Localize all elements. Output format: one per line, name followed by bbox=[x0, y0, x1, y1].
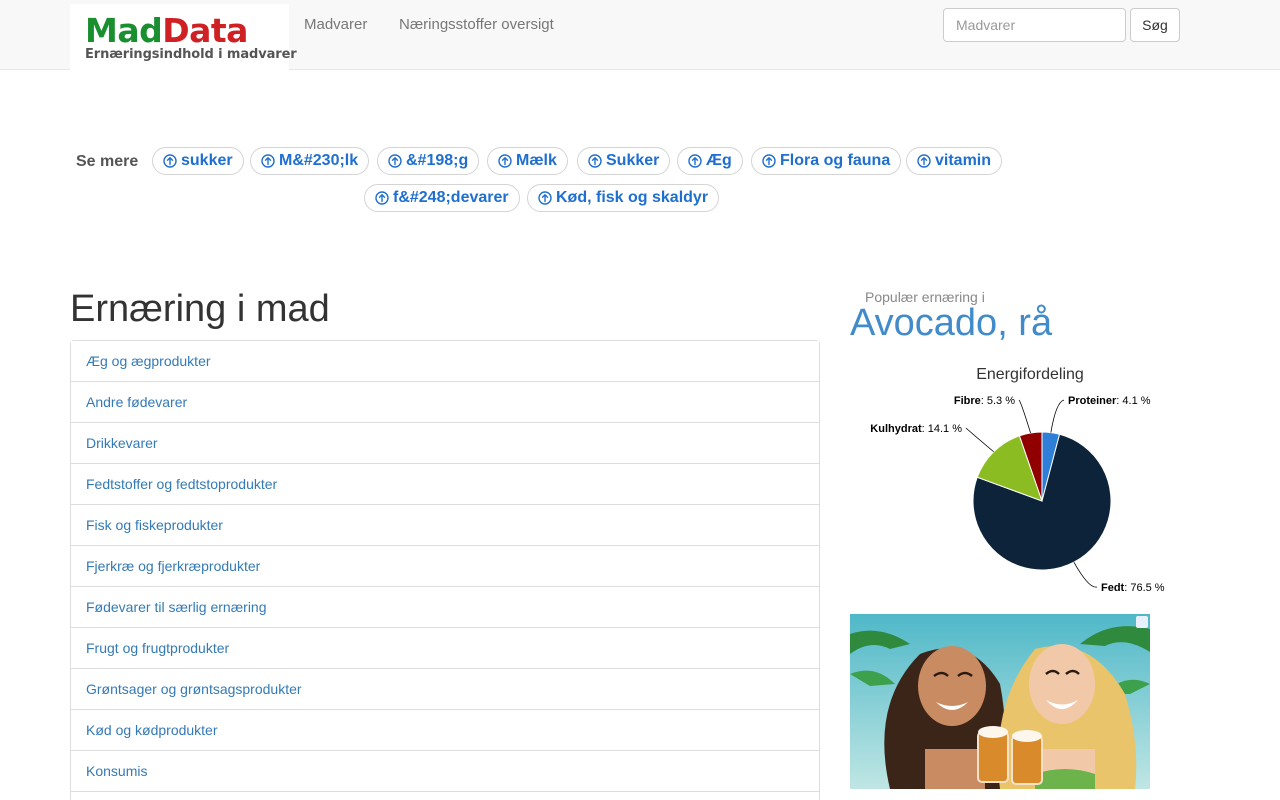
tag-label: M&#230;lk bbox=[279, 152, 359, 169]
tag-label: vitamin bbox=[935, 152, 992, 169]
tag-link[interactable]: Sukker bbox=[577, 147, 671, 175]
list-item[interactable]: Fjerkræ og fjerkræprodukter bbox=[71, 546, 819, 587]
search-input[interactable] bbox=[943, 8, 1126, 42]
logo-subtitle: Ernæringsindhold i madvarer bbox=[85, 47, 297, 62]
logo-mad-text: Mad bbox=[85, 11, 163, 50]
list-item[interactable]: Frugt og frugtprodukter bbox=[71, 628, 819, 669]
tag-link[interactable]: vitamin bbox=[906, 147, 1003, 175]
list-item[interactable]: Æg og ægprodukter bbox=[71, 341, 819, 382]
circle-arrow-up-icon bbox=[588, 154, 602, 168]
tag-link[interactable]: Flora og fauna bbox=[751, 147, 902, 175]
category-list: Æg og ægprodukter Andre fødevarer Drikke… bbox=[70, 340, 820, 800]
see-more-label: Se mere bbox=[76, 153, 139, 170]
tag-label: sukker bbox=[181, 152, 233, 169]
ad-choices-icon[interactable] bbox=[1136, 616, 1148, 628]
tag-label: Kød, fisk og skaldyr bbox=[556, 189, 709, 206]
tag-link[interactable]: sukker bbox=[152, 147, 244, 175]
list-item-partial[interactable] bbox=[71, 792, 819, 800]
navbar: MadData Ernæringsindhold i madvarer Madv… bbox=[0, 0, 1280, 70]
search-button[interactable]: Søg bbox=[1130, 8, 1180, 42]
nav-link-naeringsstoffer[interactable]: Næringsstoffer oversigt bbox=[399, 16, 554, 33]
circle-arrow-up-icon bbox=[261, 154, 275, 168]
circle-arrow-up-icon bbox=[388, 154, 402, 168]
tag-link[interactable]: Æg bbox=[677, 147, 743, 175]
list-item[interactable]: Drikkevarer bbox=[71, 423, 819, 464]
list-item[interactable]: Grøntsager og grøntsagsprodukter bbox=[71, 669, 819, 710]
pie-connector-line bbox=[965, 427, 994, 453]
circle-arrow-up-icon bbox=[498, 154, 512, 168]
list-item[interactable]: Andre fødevarer bbox=[71, 382, 819, 423]
page-title: Ernæring i mad bbox=[70, 288, 330, 330]
tag-link[interactable]: Kød, fisk og skaldyr bbox=[527, 184, 720, 212]
energy-pie-chart: Energifordeling Proteiner: 4.1 % Fedt: 76… bbox=[870, 366, 1165, 594]
pie-data-label: Fibre: 5.3 % bbox=[954, 395, 1015, 407]
circle-arrow-up-icon bbox=[762, 154, 776, 168]
tag-label: Æg bbox=[706, 152, 732, 169]
tag-link[interactable]: f&#248;devarer bbox=[364, 184, 520, 212]
popular-food-link[interactable]: Avocado, rå bbox=[850, 302, 1052, 345]
list-item[interactable]: Kød og kødprodukter bbox=[71, 710, 819, 751]
pie-connector-line bbox=[1018, 399, 1031, 434]
logo-data-text: Data bbox=[162, 11, 248, 50]
pie-data-label: Kulhydrat: 14.1 % bbox=[870, 423, 962, 435]
site-logo[interactable]: MadData Ernæringsindhold i madvarer bbox=[70, 4, 297, 70]
logo-title: MadData bbox=[85, 12, 248, 50]
tag-link[interactable]: M&#230;lk bbox=[250, 147, 370, 175]
circle-arrow-up-icon bbox=[375, 191, 389, 205]
nav-link-madvarer[interactable]: Madvarer bbox=[304, 16, 367, 33]
circle-arrow-up-icon bbox=[688, 154, 702, 168]
tag-label: Sukker bbox=[606, 152, 660, 169]
chart-title: Energifordeling bbox=[976, 366, 1084, 383]
list-item[interactable]: Fødevarer til særlig ernæring bbox=[71, 587, 819, 628]
advertisement-image[interactable] bbox=[850, 614, 1150, 789]
pie-data-label: Proteiner: 4.1 % bbox=[1068, 395, 1151, 407]
pie-data-label: Fedt: 76.5 % bbox=[1101, 582, 1165, 594]
tag-link[interactable]: Mælk bbox=[487, 147, 568, 175]
pie-connector-line bbox=[1050, 399, 1065, 433]
list-item[interactable]: Fisk og fiskeprodukter bbox=[71, 505, 819, 546]
list-item[interactable]: Konsumis bbox=[71, 751, 819, 792]
tag-label: f&#248;devarer bbox=[393, 189, 509, 206]
tag-link[interactable]: &#198;g bbox=[377, 147, 480, 175]
tag-label: Mælk bbox=[516, 152, 557, 169]
pie-connector-line bbox=[1073, 561, 1098, 588]
ad-illustration bbox=[850, 614, 1150, 789]
circle-arrow-up-icon bbox=[917, 154, 931, 168]
circle-arrow-up-icon bbox=[538, 191, 552, 205]
list-item[interactable]: Fedtstoffer og fedtstoprodukter bbox=[71, 464, 819, 505]
circle-arrow-up-icon bbox=[163, 154, 177, 168]
tag-label: &#198;g bbox=[406, 152, 469, 169]
tag-label: Flora og fauna bbox=[780, 152, 891, 169]
